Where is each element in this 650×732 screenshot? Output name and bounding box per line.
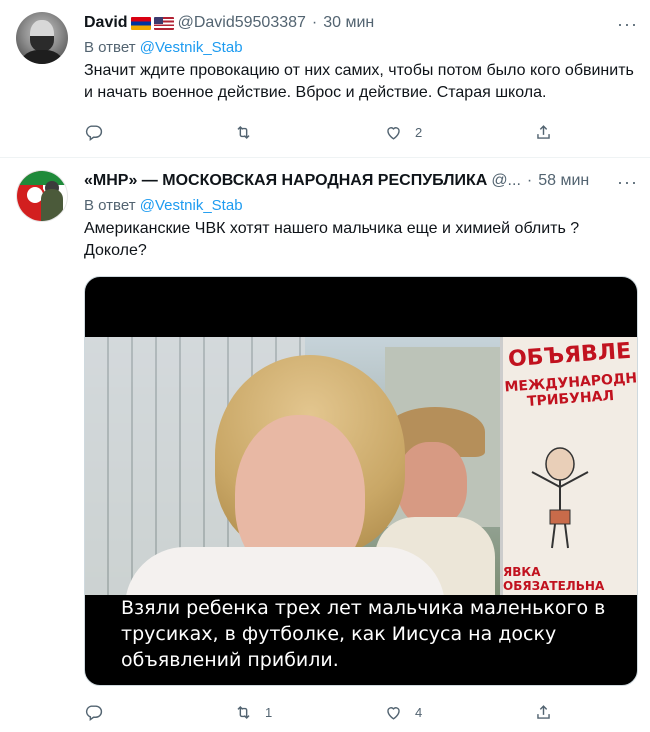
user-handle[interactable]: @... <box>491 172 521 190</box>
reply-icon <box>85 124 103 141</box>
timestamp[interactable]: 30 мин <box>323 14 374 32</box>
retweet-button[interactable] <box>234 123 384 142</box>
replying-to: В ответ @Vestnik_Stab <box>84 39 634 56</box>
separator-dot: · <box>526 172 533 189</box>
share-button[interactable] <box>534 703 565 722</box>
user-handle[interactable]: @David59503387 <box>178 14 306 32</box>
photo-scene: ОБЪЯВЛЕ МЕЖДУНАРОДНЫЙ ТРИБУНАЛ ЯВКА ОБЯЗ… <box>85 337 637 595</box>
reply-icon <box>85 704 103 721</box>
retweet-icon <box>237 705 250 719</box>
display-name[interactable]: David <box>84 14 128 32</box>
mention-link[interactable]: @Vestnik_Stab <box>140 39 243 56</box>
share-icon <box>537 124 550 139</box>
display-name[interactable]: «МНР» — МОСКОВСКАЯ НАРОДНАЯ РЕСПУБЛИКА <box>84 172 487 190</box>
tweet[interactable]: «МНР» — МОСКОВСКАЯ НАРОДНАЯ РЕСПУБЛИКА @… <box>0 157 650 731</box>
mention-link[interactable]: @Vestnik_Stab <box>140 197 243 214</box>
like-count: 4 <box>415 704 423 720</box>
replying-prefix: В ответ <box>84 39 136 56</box>
more-icon[interactable]: ··· <box>617 172 638 193</box>
retweet-button[interactable]: 1 <box>234 703 384 722</box>
avatar[interactable] <box>16 12 68 64</box>
retweet-count: 1 <box>265 704 273 720</box>
share-button[interactable] <box>534 123 565 142</box>
armenia-flag-icon <box>130 16 151 30</box>
poster-bottom-text: ЯВКА ОБЯЗАТЕЛЬНА <box>503 565 605 593</box>
usa-flag-icon <box>153 16 174 30</box>
retweet-icon <box>237 125 250 139</box>
replying-to: В ответ @Vestnik_Stab <box>84 197 634 214</box>
like-count: 2 <box>415 124 423 140</box>
heart-icon <box>387 126 400 140</box>
tweet[interactable]: David @David59503387 · 30 мин ··· В отве… <box>0 0 650 157</box>
heart-icon <box>387 706 400 720</box>
like-button[interactable]: 4 <box>384 703 534 722</box>
tweet-media-image[interactable]: ОБЪЯВЛЕ МЕЖДУНАРОДНЫЙ ТРИБУНАЛ ЯВКА ОБЯЗ… <box>84 276 638 686</box>
tweet-actions: 2 <box>84 112 634 152</box>
reply-button[interactable] <box>84 123 234 142</box>
timestamp[interactable]: 58 мин <box>538 172 589 190</box>
like-button[interactable]: 2 <box>384 123 534 142</box>
avatar[interactable] <box>16 170 68 222</box>
tweet-text: Значит ждите провокацию от них самих, чт… <box>84 62 634 101</box>
image-caption: Взяли ребенка трех лет мальчика маленько… <box>121 597 606 671</box>
caricature-figure <box>531 447 589 549</box>
reply-button[interactable] <box>84 703 234 722</box>
separator-dot: · <box>311 14 318 31</box>
tweet-actions: 1 4 <box>84 692 634 732</box>
more-icon[interactable]: ··· <box>617 14 638 35</box>
replying-prefix: В ответ <box>84 197 136 214</box>
tweet-text: Американские ЧВК хотят нашего мальчика е… <box>84 220 580 259</box>
share-icon <box>537 704 550 719</box>
